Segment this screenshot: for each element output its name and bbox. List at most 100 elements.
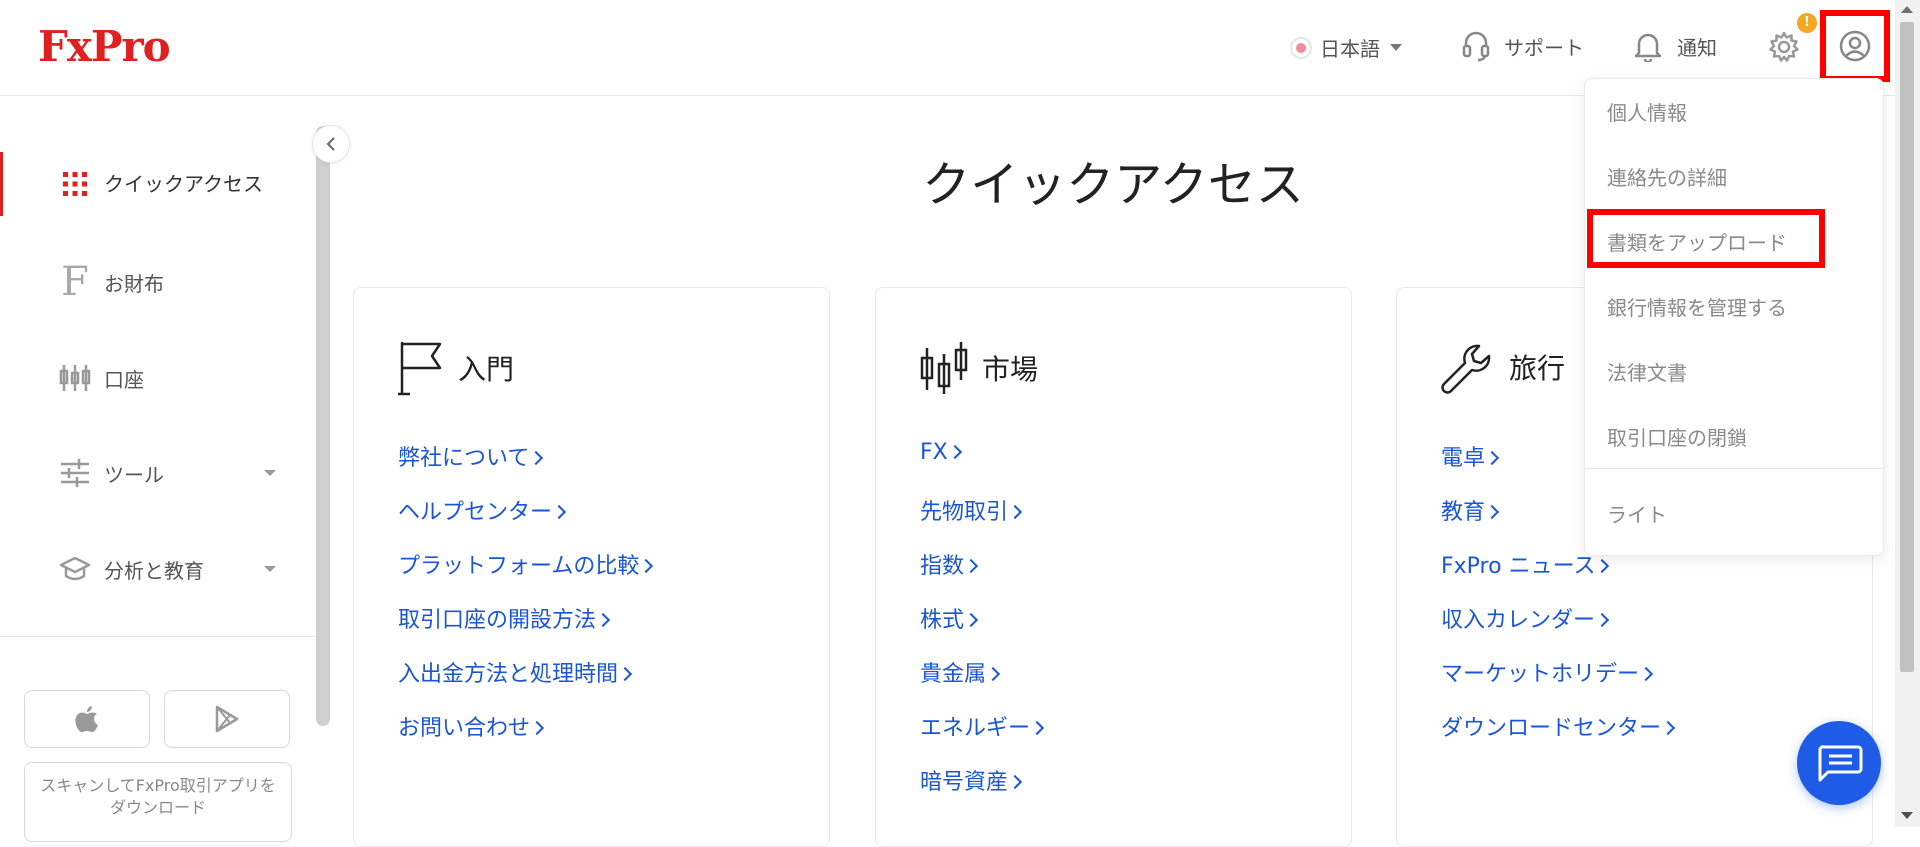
gear-icon (1769, 31, 1799, 62)
sidebar-item-wallet[interactable]: F お財布 (0, 262, 300, 302)
menu-item-personal-info[interactable]: 個人情報 (1607, 97, 1687, 126)
card-title: 旅行 (1509, 352, 1566, 385)
graduation-cap-icon (58, 554, 92, 584)
link-label: ダウンロードセンター (1441, 716, 1662, 741)
link-download-center[interactable]: ダウンロードセンター (1441, 710, 1676, 764)
notifications-label: 通知 (1677, 35, 1717, 60)
menu-item-contact-details[interactable]: 連絡先の詳細 (1607, 162, 1727, 191)
chevron-right-icon (1029, 720, 1045, 736)
link-label: 入出金方法と処理時間 (398, 662, 619, 687)
sidebar-item-label: お財布 (104, 271, 164, 296)
link-stocks[interactable]: 株式 (920, 602, 1042, 656)
language-label: 日本語 (1320, 37, 1380, 61)
wrench-icon (1441, 344, 1491, 394)
card-links: FX 先物取引 指数 株式 貴金属 エネルギー 暗号資産 (920, 440, 1045, 818)
menu-item-close-account[interactable]: 取引口座の閉鎖 (1607, 422, 1747, 451)
flag-icon (398, 342, 442, 396)
chevron-right-icon (985, 666, 1001, 682)
link-label: マーケットホリデー (1441, 662, 1640, 687)
user-menu-button[interactable] (1820, 10, 1890, 82)
link-label: 指数 (920, 554, 965, 579)
qr-download-box: スキャンしてFxPro取引アプリをダウンロード (24, 762, 292, 842)
sidebar-item-tools[interactable]: ツール (0, 453, 296, 493)
link-help-center[interactable]: ヘルプセンター (398, 494, 651, 548)
link-fx[interactable]: FX (920, 440, 1042, 494)
chevron-right-icon (529, 450, 544, 466)
card-title: 市場 (982, 353, 1039, 386)
link-label: エネルギー (920, 716, 1031, 741)
bell-icon (1634, 33, 1662, 62)
menu-divider (1585, 468, 1883, 469)
menu-item-legal-documents[interactable]: 法律文書 (1607, 357, 1687, 386)
scroll-down-arrow-icon[interactable] (1901, 812, 1913, 819)
sidebar-collapse-button[interactable] (312, 125, 350, 163)
link-label: FxPro ニュース (1441, 554, 1596, 579)
link-indices[interactable]: 指数 (920, 548, 1042, 602)
sidebar-divider (0, 636, 315, 637)
chevron-right-icon (1484, 450, 1500, 466)
link-label: 先物取引 (920, 500, 1009, 525)
fxpro-logo[interactable]: FxPro (38, 22, 171, 71)
link-label: ヘルプセンター (398, 500, 553, 525)
play-store-icon (215, 705, 239, 733)
chevron-down-icon (264, 566, 276, 572)
link-news[interactable]: FxPro ニュース (1441, 548, 1673, 602)
link-label: 取引口座の開設方法 (398, 608, 597, 633)
menu-item-theme-light[interactable]: ライト (1607, 499, 1667, 528)
link-metals[interactable]: 貴金属 (920, 656, 1042, 710)
link-market-holidays[interactable]: マーケットホリデー (1441, 656, 1673, 710)
link-label: 電卓 (1441, 446, 1486, 471)
scroll-up-arrow-icon[interactable] (1901, 6, 1913, 13)
menu-item-bank-info[interactable]: 銀行情報を管理する (1607, 292, 1787, 321)
link-earnings-calendar[interactable]: 収入カレンダー (1441, 602, 1673, 656)
sidebar-item-accounts[interactable]: 口座 (0, 358, 300, 398)
link-platform-compare[interactable]: プラットフォームの比較 (398, 548, 654, 602)
link-about-us[interactable]: 弊社について (398, 440, 651, 494)
link-futures[interactable]: 先物取引 (920, 494, 1042, 548)
user-circle-icon (1839, 30, 1871, 62)
card-header: 入門 (398, 340, 514, 396)
chevron-right-icon (963, 612, 979, 628)
chevron-right-icon (947, 444, 962, 460)
link-energy[interactable]: エネルギー (920, 710, 1045, 764)
apple-icon (75, 706, 98, 733)
chevron-right-icon (639, 558, 654, 574)
chevron-right-icon (551, 504, 567, 520)
notifications-link[interactable]: 通知 (1633, 30, 1717, 62)
support-link[interactable]: サポート (1462, 30, 1584, 62)
sidebar-item-quick-access[interactable]: クイックアクセス (0, 158, 300, 210)
settings-button[interactable] (1767, 30, 1801, 68)
link-crypto[interactable]: 暗号資産 (920, 764, 1042, 818)
grid-icon (58, 171, 92, 197)
chevron-right-icon (617, 666, 633, 682)
app-store-button[interactable] (24, 690, 150, 748)
link-deposit-withdrawal[interactable]: 入出金方法と処理時間 (398, 656, 651, 710)
sidebar-scrollbar[interactable] (316, 126, 330, 726)
sidebar-item-label: クイックアクセス (104, 172, 263, 196)
card-header: 旅行 (1441, 340, 1565, 394)
google-play-button[interactable] (164, 690, 290, 748)
link-label: 株式 (920, 608, 965, 633)
link-label: 収入カレンダー (1441, 608, 1596, 633)
chevron-right-icon (1595, 558, 1610, 574)
chevron-right-icon (1007, 774, 1023, 790)
sidebar-item-analysis-education[interactable]: 分析と教育 (0, 549, 296, 589)
chevron-right-icon (1484, 504, 1500, 520)
language-flag-icon (1290, 36, 1312, 59)
chevron-right-icon (963, 558, 979, 574)
chevron-right-icon (1594, 612, 1610, 628)
card-links: 弊社について ヘルプセンター プラットフォームの比較 取引口座の開設方法 入出金… (398, 440, 654, 764)
qr-download-text: スキャンしてFxPro取引アプリをダウンロード (40, 776, 276, 817)
link-label: プラットフォームの比較 (398, 554, 640, 579)
wallet-f-icon: F (61, 259, 89, 305)
card-header: 市場 (920, 340, 1038, 396)
link-label: 暗号資産 (920, 770, 1009, 795)
chat-bubble-icon (1818, 745, 1863, 782)
chat-button[interactable] (1797, 721, 1881, 805)
settings-alert-badge: ! (1797, 13, 1817, 33)
link-contact-us[interactable]: お問い合わせ (398, 710, 651, 764)
candles-icon (58, 363, 92, 393)
link-open-account[interactable]: 取引口座の開設方法 (398, 602, 651, 656)
page-scrollbar-thumb[interactable] (1900, 22, 1914, 672)
language-selector[interactable]: 日本語 (1290, 33, 1402, 62)
